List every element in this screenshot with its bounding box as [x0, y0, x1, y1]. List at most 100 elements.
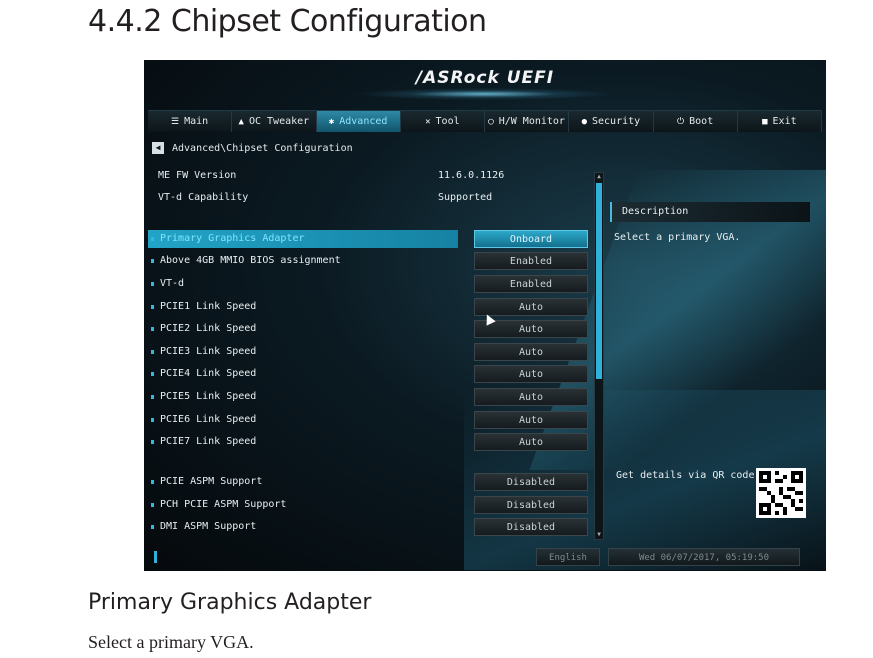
option-value-dropdown[interactable]: Enabled [474, 252, 588, 270]
qr-code-icon[interactable] [756, 468, 806, 518]
tool-icon: ✕ [425, 116, 431, 127]
breadcrumb-path: Advanced\Chipset Configuration [172, 142, 353, 154]
option-label: VT-d [148, 275, 458, 293]
option-label: PCIE6 Link Speed [148, 411, 458, 429]
menu-tab-tool[interactable]: ✕ Tool [401, 111, 485, 132]
menu-tab-advanced[interactable]: ✱ Advanced [316, 111, 401, 132]
menu-tab-hw-monitor[interactable]: ◯ H/W Monitor [485, 111, 570, 132]
bullet-icon [151, 259, 154, 263]
option-label: PCIE3 Link Speed [148, 343, 458, 361]
option-row-pcie5-link-speed[interactable]: PCIE5 Link Speed Auto [148, 388, 590, 406]
breadcrumb: ◀ Advanced\Chipset Configuration [152, 140, 353, 156]
option-label-text: PCIE1 Link Speed [160, 301, 257, 312]
info-value: Supported [438, 192, 493, 203]
menu-tab-security[interactable]: ● Security [569, 111, 654, 132]
section-body-text: Select a primary VGA. [88, 632, 254, 652]
menu-tab-label: H/W Monitor [498, 116, 565, 127]
status-bar: English Wed 06/07/2017, 05:19:50 [148, 548, 822, 566]
datetime-display: Wed 06/07/2017, 05:19:50 [608, 548, 800, 566]
bios-screenshot: /ASRock UEFI ☰ Main ▲ OC Tweaker ✱ Advan… [144, 60, 826, 571]
option-value-dropdown[interactable]: Auto [474, 365, 588, 383]
section-subheading: Primary Graphics Adapter [88, 590, 372, 615]
brand-glow [354, 88, 614, 100]
power-icon: ⏻ [677, 116, 685, 127]
option-row-pch-pcie-aspm-support[interactable]: PCH PCIE ASPM Support Disabled [148, 496, 590, 514]
option-value-dropdown[interactable]: Disabled [474, 518, 588, 536]
list-icon: ☰ [171, 116, 180, 127]
option-value-dropdown[interactable]: Disabled [474, 496, 588, 514]
option-row-pcie-aspm-support[interactable]: PCIE ASPM Support Disabled [148, 473, 590, 491]
menu-tab-label: Advanced [339, 116, 388, 127]
option-row-pcie3-link-speed[interactable]: PCIE3 Link Speed Auto [148, 343, 590, 361]
menu-tab-label: OC Tweaker [248, 116, 310, 127]
option-value-dropdown[interactable]: Enabled [474, 275, 588, 293]
bullet-icon [151, 350, 154, 354]
option-row-above-4gb-mmio[interactable]: Above 4GB MMIO BIOS assignment Enabled [148, 252, 590, 270]
shield-icon: ● [581, 116, 587, 127]
option-label-text: PCIE6 Link Speed [160, 414, 257, 425]
option-row-pcie2-link-speed[interactable]: PCIE2 Link Speed Auto [148, 320, 590, 338]
info-value: 11.6.0.1126 [438, 170, 505, 181]
main-menu-bar: ☰ Main ▲ OC Tweaker ✱ Advanced ✕ Tool ◯ … [148, 110, 822, 132]
option-label-text: PCH PCIE ASPM Support [160, 499, 287, 510]
bullet-icon [151, 282, 154, 286]
info-label: VT-d Capability [158, 192, 249, 203]
option-label: PCIE5 Link Speed [148, 388, 458, 406]
bullet-icon [151, 237, 154, 241]
exit-icon: ■ [762, 116, 768, 127]
menu-tab-boot[interactable]: ⏻ Boot [654, 111, 738, 132]
bullet-icon [151, 327, 154, 331]
option-label-text: PCIE3 Link Speed [160, 346, 257, 357]
menu-tab-label: Exit [772, 116, 797, 127]
bullet-icon [151, 480, 154, 484]
description-text: Select a primary VGA. [614, 232, 741, 243]
qr-label: Get details via QR code [616, 470, 755, 481]
option-row-pcie6-link-speed[interactable]: PCIE6 Link Speed Auto [148, 411, 590, 429]
option-label: Above 4GB MMIO BIOS assignment [148, 252, 458, 270]
monitor-icon: ◯ [488, 116, 494, 127]
option-row-pcie1-link-speed[interactable]: PCIE1 Link Speed Auto [148, 298, 590, 316]
options-scrollbar[interactable]: ▲ ▼ [594, 172, 604, 540]
menu-tab-exit[interactable]: ■ Exit [738, 111, 822, 132]
info-label: ME FW Version [158, 170, 237, 181]
page-title: 4.4.2 Chipset Configuration [88, 4, 487, 39]
option-label-text: PCIE ASPM Support [160, 476, 263, 487]
option-label: PCIE7 Link Speed [148, 433, 458, 451]
description-title: Description [610, 202, 810, 222]
back-arrow-icon[interactable]: ◀ [152, 142, 164, 154]
option-row-vt-d[interactable]: VT-d Enabled [148, 275, 590, 293]
bios-brand-logo: /ASRock UEFI [415, 68, 555, 88]
option-value-dropdown[interactable]: Onboard [474, 230, 588, 248]
option-label: DMI ASPM Support [148, 518, 458, 536]
language-button[interactable]: English [536, 548, 600, 566]
bullet-icon [151, 372, 154, 376]
option-label: PCIE ASPM Support [148, 473, 458, 491]
menu-tab-label: Security [592, 116, 641, 127]
option-label: PCIE2 Link Speed [148, 320, 458, 338]
star-icon: ✱ [328, 116, 335, 127]
option-value-dropdown[interactable]: Auto [474, 343, 588, 361]
scroll-up-arrow-icon[interactable]: ▲ [595, 173, 603, 181]
option-label-text: Above 4GB MMIO BIOS assignment [160, 255, 341, 266]
option-row-dmi-aspm-support[interactable]: DMI ASPM Support Disabled [148, 518, 590, 536]
option-row-pcie4-link-speed[interactable]: PCIE4 Link Speed Auto [148, 365, 590, 383]
menu-tab-oc-tweaker[interactable]: ▲ OC Tweaker [232, 111, 317, 132]
menu-tab-label: Main [184, 116, 209, 127]
menu-tab-main[interactable]: ☰ Main [148, 111, 233, 132]
option-row-pcie7-link-speed[interactable]: PCIE7 Link Speed Auto [148, 433, 590, 451]
scroll-down-arrow-icon[interactable]: ▼ [595, 531, 603, 539]
option-value-dropdown[interactable]: Disabled [474, 473, 588, 491]
option-value-dropdown[interactable]: Auto [474, 433, 588, 451]
option-label-text: PCIE2 Link Speed [160, 323, 257, 334]
option-label: Primary Graphics Adapter [148, 230, 458, 248]
bullet-icon [151, 395, 154, 399]
option-row-primary-graphics-adapter[interactable]: Primary Graphics Adapter Onboard [148, 230, 590, 248]
option-label: PCH PCIE ASPM Support [148, 496, 458, 514]
option-label-text: PCIE4 Link Speed [160, 368, 257, 379]
menu-tab-label: Tool [435, 116, 460, 127]
scroll-thumb[interactable] [596, 183, 602, 379]
option-value-dropdown[interactable]: Auto [474, 388, 588, 406]
option-value-dropdown[interactable]: Auto [474, 411, 588, 429]
bullet-icon [151, 305, 154, 309]
bullet-icon [151, 440, 154, 444]
